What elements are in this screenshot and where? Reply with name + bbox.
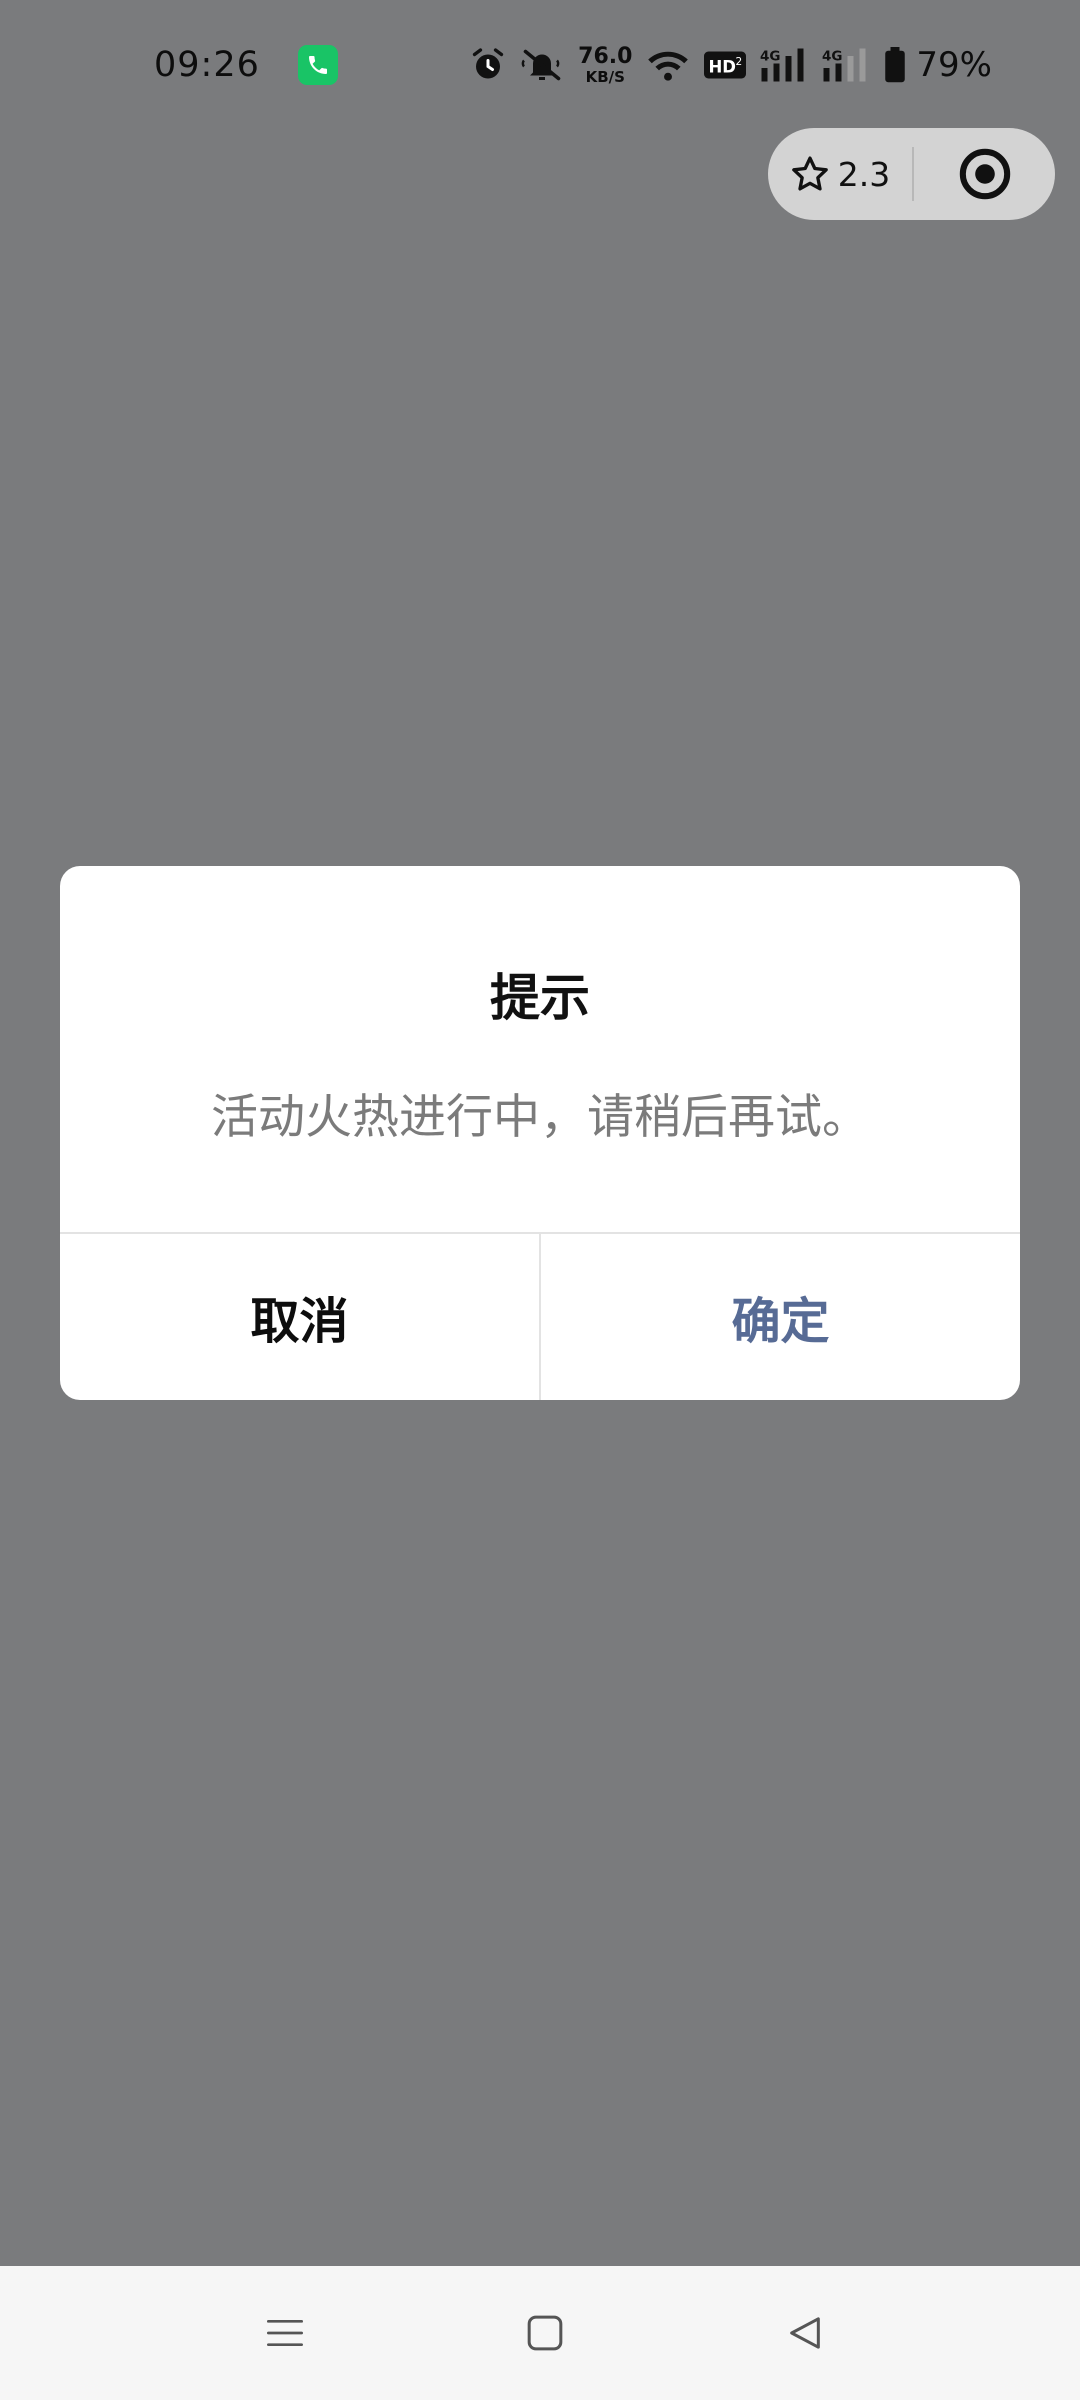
mute-bell-icon	[520, 47, 564, 83]
back-icon[interactable]	[775, 2303, 835, 2363]
rating-score: 2.3	[837, 154, 891, 194]
close-miniprogram-button[interactable]	[914, 128, 1055, 220]
star-icon	[790, 154, 830, 194]
target-icon	[957, 146, 1013, 202]
navigation-bar	[0, 2266, 1080, 2400]
capsule-menu: 2.3	[768, 128, 1055, 220]
status-right: 76.0 KB/S HD 2 4G 4G 79%	[470, 45, 992, 85]
status-left: 09:26	[154, 45, 338, 85]
net-speed: 76.0 KB/S	[578, 43, 633, 86]
wifi-icon	[646, 47, 690, 83]
phone-call-icon	[297, 45, 338, 85]
hd-icon: HD 2	[704, 49, 747, 81]
dialog-actions: 取消 确定	[60, 1232, 1020, 1400]
menu-icon[interactable]	[255, 2303, 315, 2363]
confirm-button[interactable]: 确定	[541, 1234, 1020, 1400]
battery: 79%	[884, 45, 992, 85]
svg-text:HD: HD	[709, 58, 737, 77]
alarm-icon	[470, 47, 506, 83]
svg-text:2: 2	[736, 56, 743, 68]
dialog-title: 提示	[490, 969, 590, 1027]
net-speed-unit: KB/S	[585, 67, 625, 86]
cancel-button[interactable]: 取消	[60, 1234, 541, 1400]
status-time: 09:26	[154, 45, 260, 85]
4g-signal-icon: 4G	[760, 47, 808, 83]
net-speed-value: 76.0	[578, 43, 633, 69]
battery-icon	[884, 47, 906, 83]
status-bar: 09:26 76.0 KB/S HD 2 4G 4G 79%	[0, 0, 1080, 130]
svg-text:4G: 4G	[760, 49, 780, 65]
svg-text:4G: 4G	[822, 49, 842, 65]
4g-signal-icon: 4G	[822, 47, 870, 83]
rating-button[interactable]: 2.3	[768, 128, 912, 220]
home-icon[interactable]	[515, 2303, 575, 2363]
battery-percent: 79%	[916, 45, 992, 85]
dialog-message: 活动火热进行中，请稍后再试。	[211, 1090, 869, 1145]
alert-dialog: 提示 活动火热进行中，请稍后再试。 取消 确定	[60, 866, 1020, 1400]
